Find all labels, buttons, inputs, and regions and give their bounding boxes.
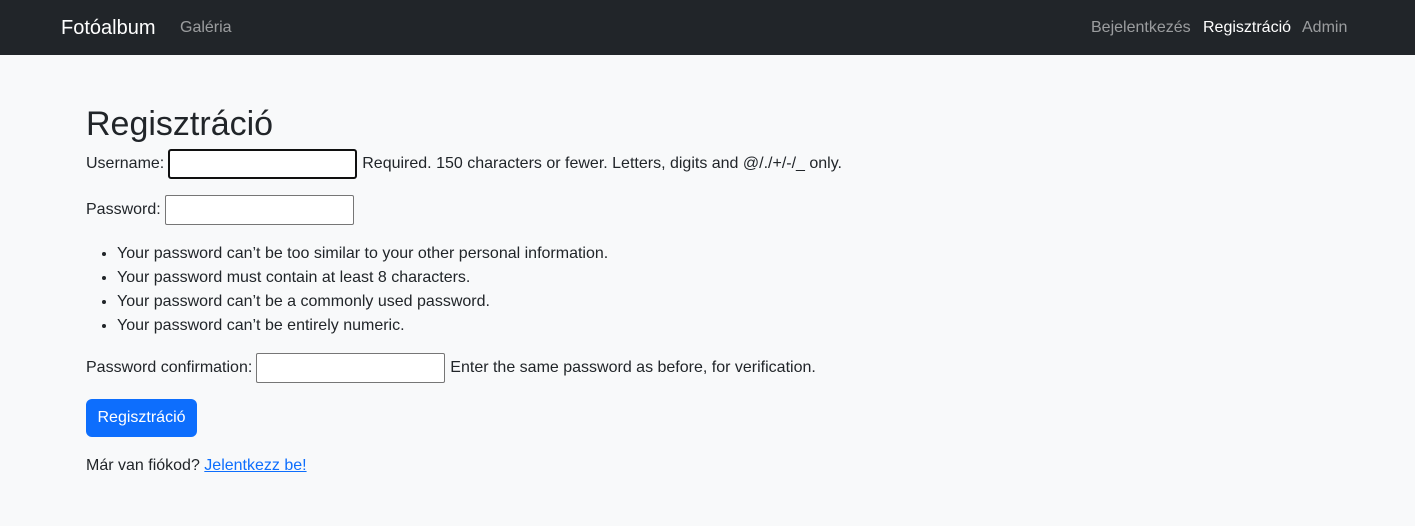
password-rule: Your password can’t be too similar to yo…: [117, 242, 608, 266]
password-confirmation-input[interactable]: [256, 353, 446, 383]
password-input[interactable]: [164, 195, 354, 225]
password-confirmation-help-text: Enter the same password as before, for v…: [450, 359, 816, 376]
username-help-text: Required. 150 characters or fewer. Lette…: [362, 155, 842, 172]
password-rule: Your password can’t be entirely numeric.: [117, 314, 608, 338]
username-row: Username: Required. 150 characters or fe…: [86, 149, 842, 179]
password-rule: Your password must contain at least 8 ch…: [117, 266, 608, 290]
nav-link-gallery[interactable]: Galéria: [180, 17, 232, 39]
password-rules-list: Your password can’t be too similar to yo…: [86, 242, 608, 338]
login-prompt: Már van fiókod? Jelentkezz be!: [86, 455, 307, 477]
password-label: Password:: [86, 201, 161, 218]
username-input[interactable]: [168, 149, 358, 179]
nav-link-login[interactable]: Bejelentkezés: [1091, 17, 1191, 39]
brand-link[interactable]: Fotóalbum: [61, 14, 156, 42]
login-prompt-text: Már van fiókod?: [86, 457, 200, 474]
username-label: Username:: [86, 155, 165, 172]
page-title: Regisztráció: [86, 105, 274, 143]
password-confirmation-row: Password confirmation: Enter the same pa…: [86, 353, 816, 383]
password-confirmation-label: Password confirmation:: [86, 359, 253, 376]
nav-link-register[interactable]: Regisztráció: [1203, 17, 1291, 39]
password-row: Password:: [86, 195, 354, 225]
login-link[interactable]: Jelentkezz be!: [204, 457, 306, 474]
nav-link-admin[interactable]: Admin: [1302, 17, 1347, 39]
register-button[interactable]: Regisztráció: [86, 399, 197, 437]
top-navbar: Fotóalbum Galéria Bejelentkezés Regisztr…: [0, 0, 1415, 55]
password-rule: Your password can’t be a commonly used p…: [117, 290, 608, 314]
